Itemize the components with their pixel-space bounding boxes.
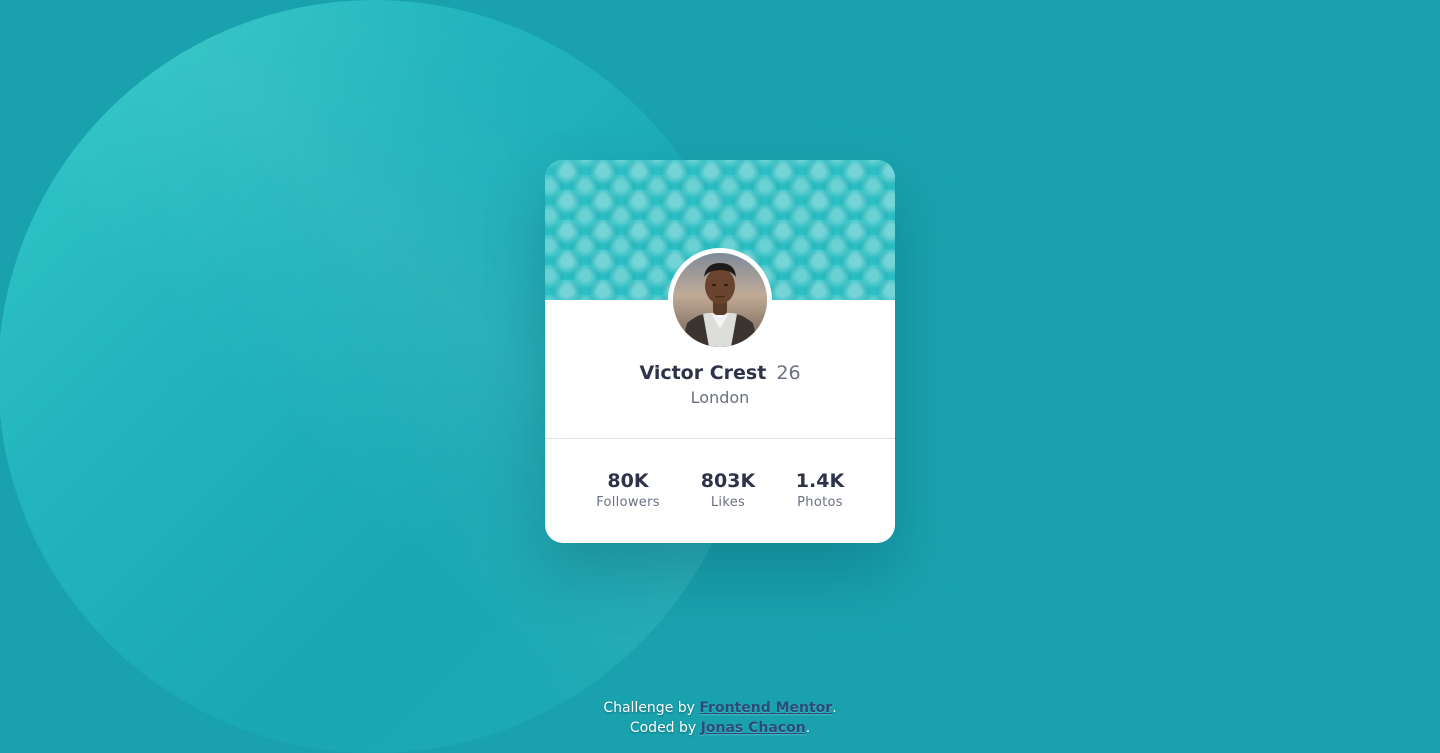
stat-photos: 1.4K Photos bbox=[780, 468, 860, 512]
attribution-challenge-line: Challenge by Frontend Mentor. bbox=[0, 698, 1440, 718]
profile-name-line: Victor Crest 26 bbox=[545, 360, 895, 386]
stat-value: 1.4K bbox=[795, 470, 845, 492]
attribution-coded-line: Coded by Jonas Chacon. bbox=[0, 718, 1440, 738]
avatar bbox=[673, 253, 767, 347]
stat-label: Photos bbox=[797, 495, 843, 510]
stat-value: 803K bbox=[700, 470, 756, 492]
attribution-challenge-prefix: Challenge by bbox=[603, 700, 700, 716]
card-divider bbox=[545, 438, 895, 439]
profile-name: Victor Crest bbox=[639, 362, 767, 384]
profile-city: London bbox=[690, 388, 750, 407]
profile-card: Victor Crest 26 London 80K Followers 803… bbox=[545, 160, 895, 543]
stat-value: 80K bbox=[607, 470, 649, 492]
frontend-mentor-link[interactable]: Frontend Mentor bbox=[699, 700, 832, 716]
stat-label: Likes bbox=[710, 495, 746, 510]
attribution: Challenge by Frontend Mentor. Coded by J… bbox=[0, 698, 1440, 738]
stat-label: Followers bbox=[596, 495, 660, 510]
attribution-challenge-suffix: . bbox=[832, 700, 837, 716]
attribution-coded-suffix: . bbox=[805, 720, 811, 736]
stat-followers: 80K Followers bbox=[588, 468, 668, 512]
author-link[interactable]: Jonas Chacon bbox=[701, 720, 806, 736]
stat-likes: 803K Likes bbox=[688, 468, 768, 512]
avatar-photo-icon bbox=[673, 253, 767, 347]
profile-age: 26 bbox=[776, 362, 801, 384]
attribution-coded-prefix: Coded by bbox=[629, 720, 701, 736]
avatar-ring bbox=[668, 248, 772, 352]
